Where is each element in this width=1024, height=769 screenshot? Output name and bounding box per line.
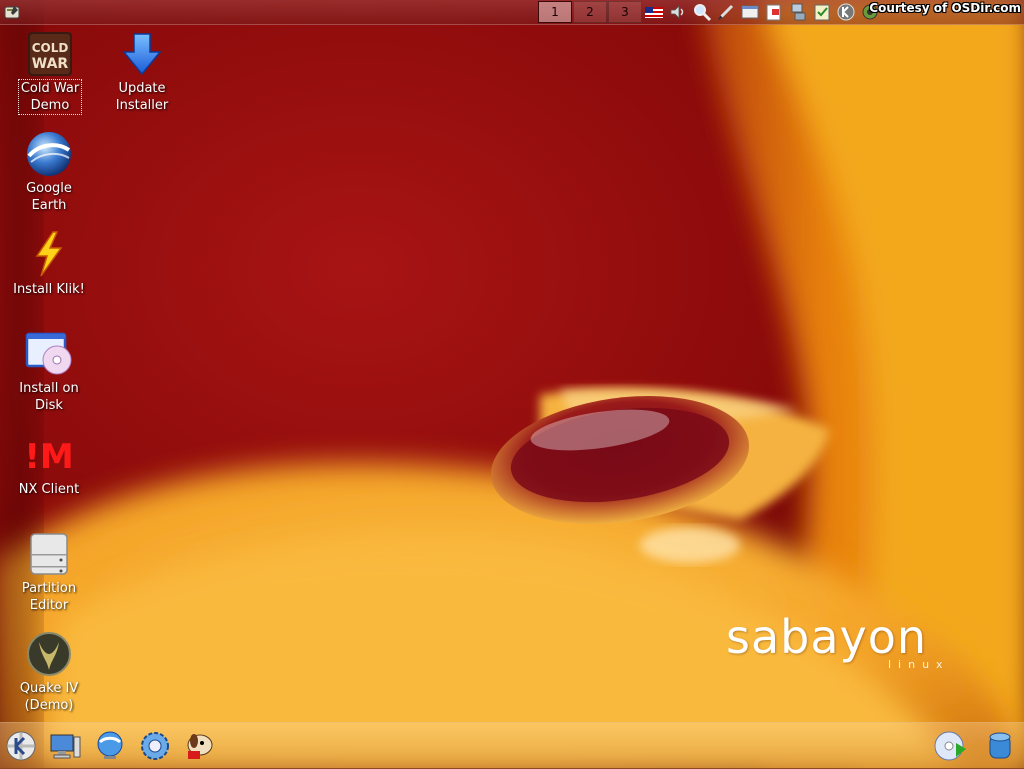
google-earth-icon (27, 132, 71, 176)
desktop-pager: 1 2 3 (538, 1, 643, 23)
quake-icon (27, 632, 71, 676)
desktop-icon-label: Quake IV (Demo) (19, 681, 79, 713)
bottom-panel (0, 722, 1024, 769)
desktop-icon-label: Google Earth (26, 181, 72, 213)
window-icon[interactable] (740, 2, 760, 22)
desktop-icon-label: Cold War Demo (17, 79, 83, 115)
nx-icon: !M (25, 437, 73, 477)
desktop-icon-nx-client[interactable]: !M NX Client (9, 430, 89, 498)
pager-desktop-1[interactable]: 1 (538, 1, 572, 23)
network-icon[interactable] (788, 2, 808, 22)
desktop-icon-label: Install Klik! (13, 282, 85, 297)
kaffeine-dog-icon[interactable] (182, 729, 216, 763)
desktop-icon-install-klik[interactable]: Install Klik! (9, 230, 89, 298)
svg-text:COLD: COLD (32, 41, 69, 55)
logo-text: sabayon (726, 610, 928, 664)
desktop-icon-update-installer[interactable]: Update Installer (102, 30, 182, 114)
svg-text:WAR: WAR (32, 56, 69, 72)
desktop-icon-label: NX Client (18, 482, 80, 497)
cold-war-icon: COLD WAR (28, 32, 72, 76)
sabayon-logo: sabayon linux (726, 610, 943, 671)
storage-icon[interactable] (983, 729, 1017, 763)
panel-menu-icon[interactable] (2, 2, 22, 22)
magnifier-icon[interactable] (692, 2, 712, 22)
desktop-icon-partition-editor[interactable]: Partition Editor (9, 530, 89, 614)
install-disk-icon (25, 332, 72, 375)
desktop-icon-quake-iv[interactable]: Quake IV (Demo) (9, 630, 89, 714)
desktop-computer-icon[interactable] (48, 729, 82, 763)
desktop-icon-label: Partition Editor (21, 581, 77, 613)
desktop-icon-install-on-disk[interactable]: Install on Disk (9, 330, 89, 414)
system-settings-icon[interactable] (138, 729, 172, 763)
courtesy-watermark: Courtesy of OSDir.com (869, 1, 1021, 15)
logo-subtext: linux (888, 658, 950, 671)
kde-k-icon[interactable] (836, 2, 856, 22)
kde-menu-icon[interactable] (4, 729, 38, 763)
dvd-icon[interactable] (934, 729, 968, 763)
pager-desktop-2[interactable]: 2 (573, 1, 607, 23)
notes-icon[interactable] (764, 2, 784, 22)
volume-icon[interactable] (668, 2, 688, 22)
desktop-icon-google-earth[interactable]: Google Earth (9, 130, 89, 214)
desktop-icon-label: Update Installer (115, 81, 169, 113)
hard-drive-icon (30, 533, 68, 575)
download-arrow-icon (122, 33, 162, 76)
konqueror-globe-icon[interactable] (93, 729, 127, 763)
clipboard-icon[interactable] (812, 2, 832, 22)
pager-desktop-3[interactable]: 3 (608, 1, 642, 23)
lightning-icon (35, 231, 63, 277)
top-panel: 1 2 3 Courtesy of OSDir.com (0, 0, 1024, 25)
pen-icon[interactable] (716, 2, 736, 22)
svg-text:!M: !M (25, 437, 73, 477)
us-flag-icon[interactable] (644, 2, 664, 22)
system-tray (644, 2, 884, 22)
desktop-icon-cold-war-demo[interactable]: COLD WAR Cold War Demo (10, 30, 90, 115)
desktop-icon-label: Install on Disk (19, 381, 79, 413)
